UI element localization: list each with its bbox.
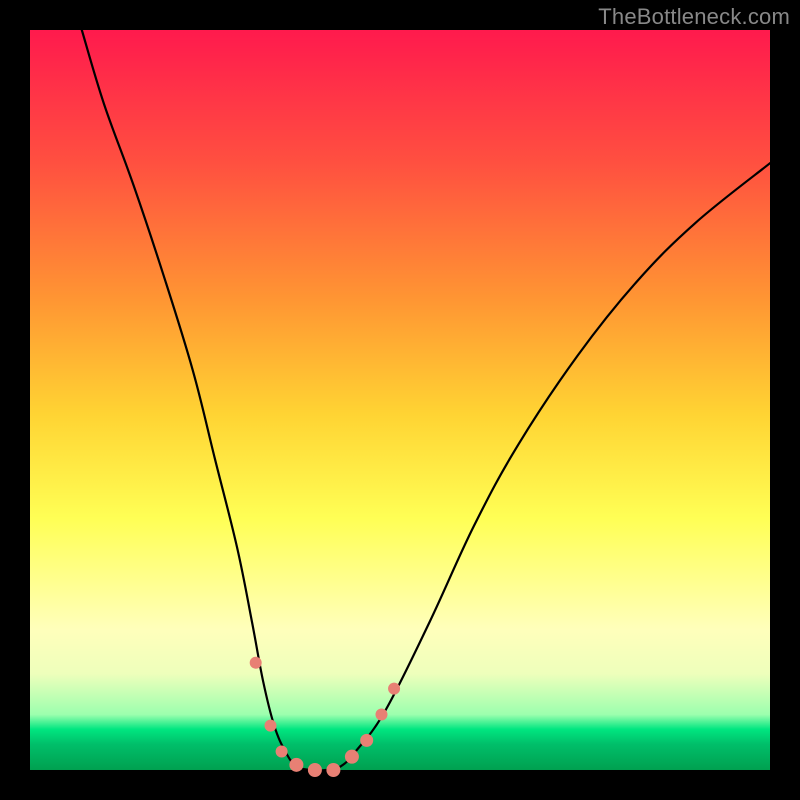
data-marker [289, 758, 303, 772]
data-marker [276, 746, 288, 758]
data-marker [360, 734, 373, 747]
plot-area [30, 30, 770, 770]
data-marker [265, 720, 277, 732]
data-marker [376, 709, 388, 721]
bottleneck-curve [82, 30, 770, 770]
data-marker [250, 657, 262, 669]
data-marker [388, 683, 400, 695]
data-marker [308, 763, 322, 777]
data-marker [345, 750, 359, 764]
curve-svg [30, 30, 770, 770]
data-marker [326, 763, 340, 777]
chart-frame: TheBottleneck.com [0, 0, 800, 800]
watermark-text: TheBottleneck.com [598, 4, 790, 30]
